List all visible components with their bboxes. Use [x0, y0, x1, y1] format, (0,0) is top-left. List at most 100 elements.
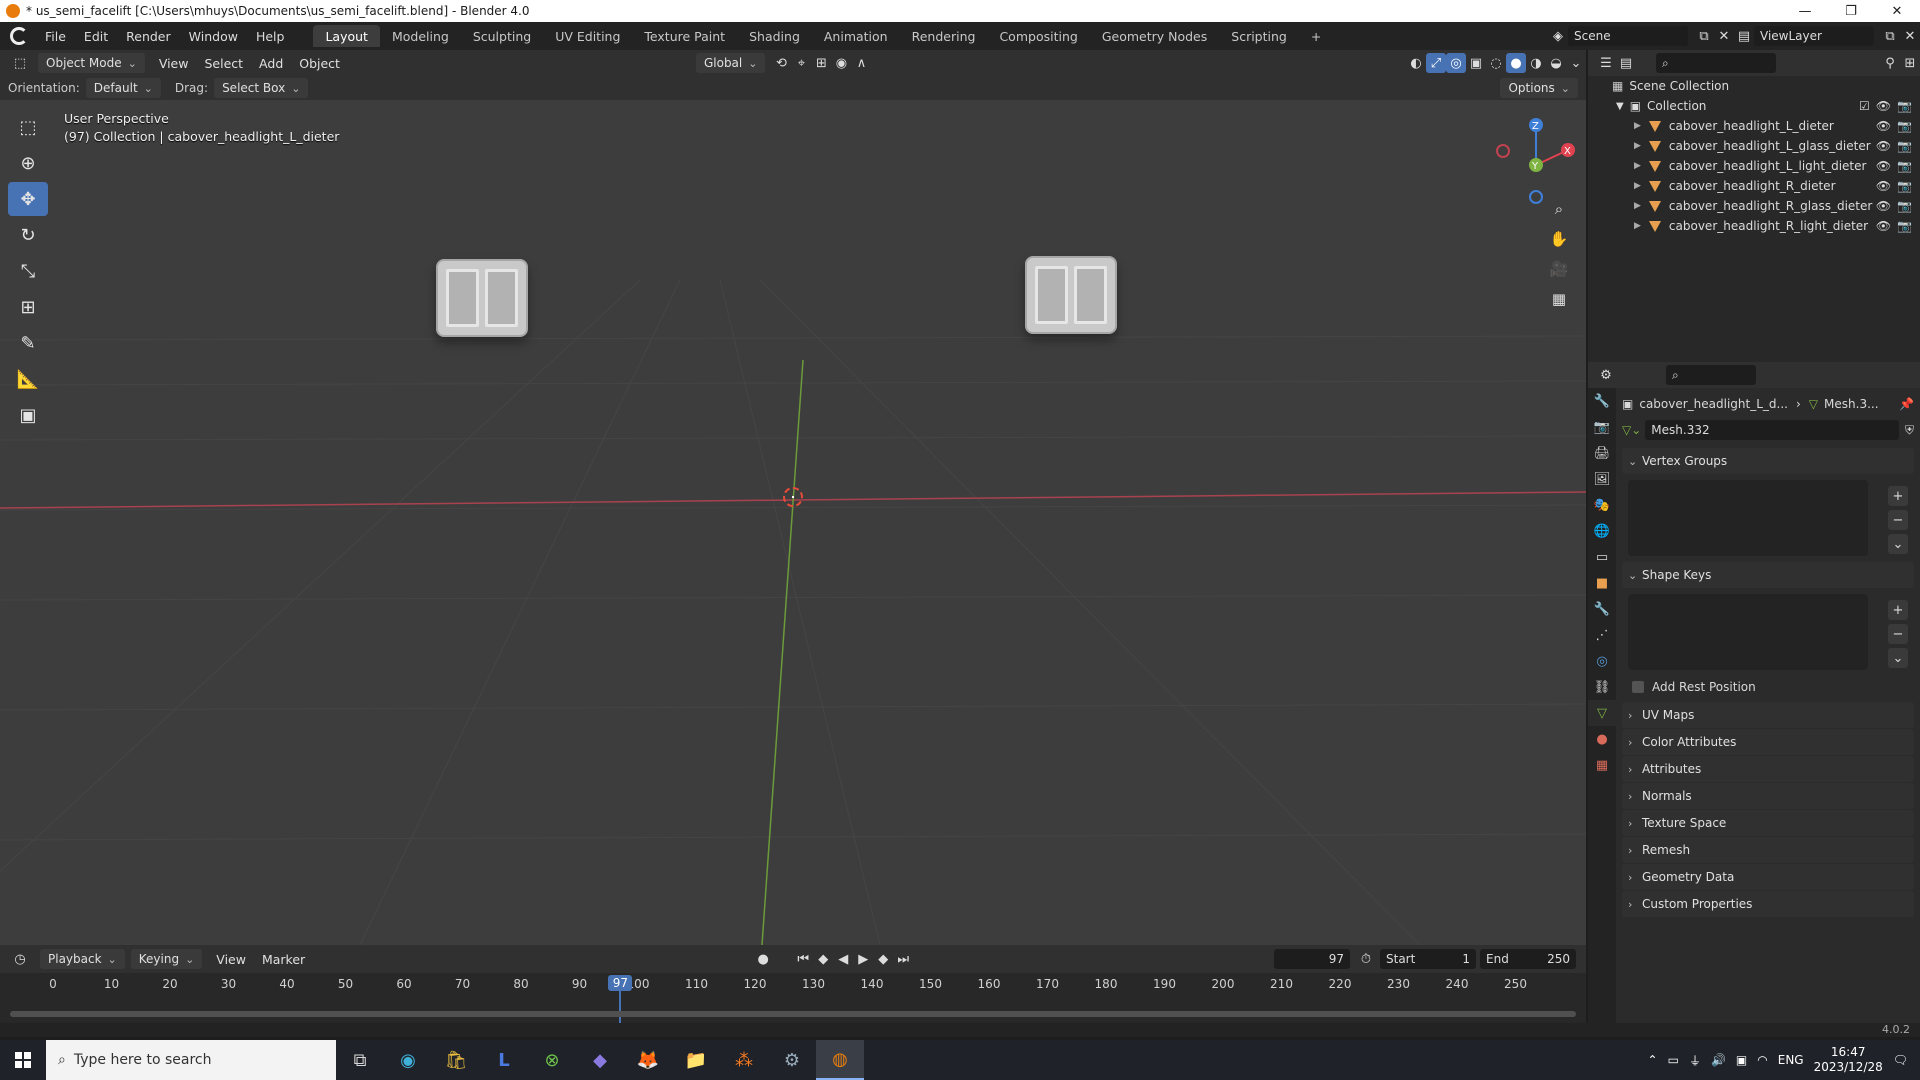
outliner-object-row[interactable]: ▶ cabover_headlight_L_light_dieter 👁 📷	[1588, 156, 1920, 176]
select-box-tool-icon[interactable]: ⬚	[8, 110, 48, 144]
jump-end-icon[interactable]: ⏭	[893, 949, 913, 969]
new-collection-icon[interactable]: ⊞	[1900, 53, 1920, 73]
new-scene-icon[interactable]: ⧉	[1694, 26, 1714, 46]
menu-file[interactable]: File	[36, 22, 75, 50]
volume-icon[interactable]: 🔊	[1711, 1053, 1726, 1067]
view-layer-field[interactable]: ViewLayer	[1754, 26, 1874, 46]
display-mode-icon[interactable]: ▤	[1616, 53, 1636, 73]
file-explorer-icon[interactable]: 📁	[672, 1040, 720, 1080]
maximize-button[interactable]: ❐	[1828, 0, 1874, 22]
camera-icon[interactable]: 📷	[1897, 99, 1912, 113]
eye-icon[interactable]: 👁	[1876, 99, 1891, 113]
select-menu[interactable]: Select	[196, 56, 251, 71]
add-vertex-group-button[interactable]: +	[1888, 486, 1908, 506]
display-icon[interactable]: ▣	[1736, 1053, 1747, 1067]
expand-arrow-icon[interactable]: ▶	[1634, 161, 1641, 171]
headlight-right-object[interactable]	[1025, 256, 1117, 334]
jump-start-icon[interactable]: ⏮	[793, 949, 813, 969]
tab-uv-editing[interactable]: UV Editing	[543, 25, 632, 47]
panel-collapsed[interactable]: › Custom Properties	[1622, 891, 1914, 917]
expand-arrow-icon[interactable]: ▶	[1634, 121, 1641, 131]
panel-shape-keys[interactable]: ⌄ Shape Keys	[1622, 562, 1914, 588]
scene-icon[interactable]: ◈	[1548, 26, 1568, 46]
shape-keys-list[interactable]	[1628, 594, 1868, 670]
collection-tab-icon[interactable]: ▭	[1588, 544, 1616, 570]
menu-window[interactable]: Window	[180, 22, 247, 50]
ortho-toggle-icon[interactable]: ▦	[1546, 286, 1572, 312]
add-cube-tool-icon[interactable]: ▣	[8, 398, 48, 432]
scene-tab-icon[interactable]: 🎭	[1588, 492, 1616, 518]
mesh-data-icon[interactable]: ▽⌄	[1622, 423, 1641, 437]
headlight-left-object[interactable]	[436, 259, 528, 337]
output-tab-icon[interactable]: 🖨	[1588, 440, 1616, 466]
eye-icon[interactable]: 👁	[1876, 139, 1891, 153]
origin-icon[interactable]: ⁂	[720, 1040, 768, 1080]
mesh-name-field[interactable]: Mesh.332	[1645, 420, 1899, 440]
modifier-tab-icon[interactable]: 🔧	[1588, 596, 1616, 622]
expand-arrow-icon[interactable]: ▶	[1634, 141, 1641, 151]
panel-collapsed[interactable]: › UV Maps	[1622, 702, 1914, 728]
prev-keyframe-icon[interactable]: ◆	[813, 949, 833, 969]
next-keyframe-icon[interactable]: ◆	[873, 949, 893, 969]
panel-collapsed[interactable]: › Geometry Data	[1622, 864, 1914, 890]
timeline-editor-icon[interactable]: ◷	[10, 949, 30, 969]
camera-icon[interactable]: 📷	[1897, 159, 1912, 173]
properties-editor-icon[interactable]: ⚙	[1596, 365, 1616, 385]
start-frame-field[interactable]: Start 1	[1380, 949, 1476, 969]
view-menu[interactable]: View	[151, 56, 197, 71]
camera-icon[interactable]: 📷	[1897, 139, 1912, 153]
transform-orientation-dropdown[interactable]: Global	[695, 53, 766, 73]
editor-type-icon[interactable]: ⬚	[10, 53, 30, 73]
constraints-tab-icon[interactable]: ⛓	[1588, 674, 1616, 700]
tray-chevron-up-icon[interactable]: ⌃	[1648, 1053, 1658, 1067]
xbox-icon[interactable]: ⊗	[528, 1040, 576, 1080]
taskbar-search-box[interactable]: ⌕ Type here to search	[46, 1040, 336, 1080]
add-workspace-button[interactable]: +	[1299, 25, 1333, 47]
timeline-scrollbar[interactable]	[10, 1011, 1576, 1017]
battery-icon[interactable]: ▭	[1668, 1053, 1679, 1067]
scene-field[interactable]: Scene	[1568, 26, 1688, 46]
outliner-editor-icon[interactable]: ☰	[1596, 53, 1616, 73]
object-tab-icon[interactable]: ■	[1588, 570, 1616, 596]
drag-dropdown[interactable]: Select Box	[214, 78, 309, 98]
l-app-icon[interactable]: L	[480, 1040, 528, 1080]
add-shape-key-button[interactable]: +	[1888, 600, 1908, 620]
3d-cursor[interactable]	[783, 487, 803, 507]
visibility-icon[interactable]: ◐	[1406, 53, 1426, 73]
collapse-arrow-icon[interactable]: ▼	[1616, 101, 1624, 112]
playback-menu[interactable]: Playback	[40, 949, 125, 969]
render-tab-icon[interactable]: 📷	[1588, 414, 1616, 440]
start-button[interactable]	[0, 1040, 46, 1080]
move-tool-icon[interactable]: ✥	[8, 182, 48, 216]
camera-icon[interactable]: 📷	[1897, 199, 1912, 213]
particles-tab-icon[interactable]: ⋰	[1588, 622, 1616, 648]
orientation-dropdown[interactable]: Default	[85, 78, 161, 98]
wireframe-shading-icon[interactable]: ◌	[1486, 53, 1506, 73]
tab-compositing[interactable]: Compositing	[987, 25, 1089, 47]
measure-tool-icon[interactable]: 📐	[8, 362, 48, 396]
camera-icon[interactable]: 📷	[1897, 119, 1912, 133]
timeline-ruler[interactable]: 0 10 20 30 40 50 60 70 80 90 100 110 120 130 140 150 160…	[0, 973, 1586, 1025]
menu-render[interactable]: Render	[117, 22, 180, 50]
vertex-group-specials-button[interactable]: ⌄	[1888, 534, 1908, 554]
solid-shading-icon[interactable]: ●	[1506, 53, 1526, 73]
options-dropdown[interactable]: Options	[1500, 78, 1578, 98]
eye-icon[interactable]: 👁	[1876, 199, 1891, 213]
usb-icon[interactable]: ⏚	[1689, 1052, 1701, 1069]
texture-tab-icon[interactable]: ▦	[1588, 752, 1616, 778]
task-view-icon[interactable]: ⧉	[336, 1040, 384, 1080]
end-frame-field[interactable]: End 250	[1480, 949, 1576, 969]
tab-layout[interactable]: Layout	[313, 25, 380, 47]
tool-tab-icon[interactable]: 🔧	[1588, 388, 1616, 414]
falloff-icon[interactable]: ∧	[851, 53, 871, 73]
camera-view-icon[interactable]: 🎥	[1546, 256, 1572, 282]
panel-collapsed[interactable]: › Color Attributes	[1622, 729, 1914, 755]
panel-collapsed[interactable]: › Attributes	[1622, 756, 1914, 782]
outliner-object-row[interactable]: ▶ cabover_headlight_R_light_dieter 👁 📷	[1588, 216, 1920, 236]
panel-collapsed[interactable]: › Remesh	[1622, 837, 1914, 863]
pivot-point-icon[interactable]: ⟲	[771, 53, 791, 73]
menu-help[interactable]: Help	[247, 22, 294, 50]
outliner-object-row[interactable]: ▶ cabover_headlight_R_dieter 👁 📷	[1588, 176, 1920, 196]
material-shading-icon[interactable]: ◑	[1526, 53, 1546, 73]
view-layer-icon[interactable]: ▤	[1734, 26, 1754, 46]
